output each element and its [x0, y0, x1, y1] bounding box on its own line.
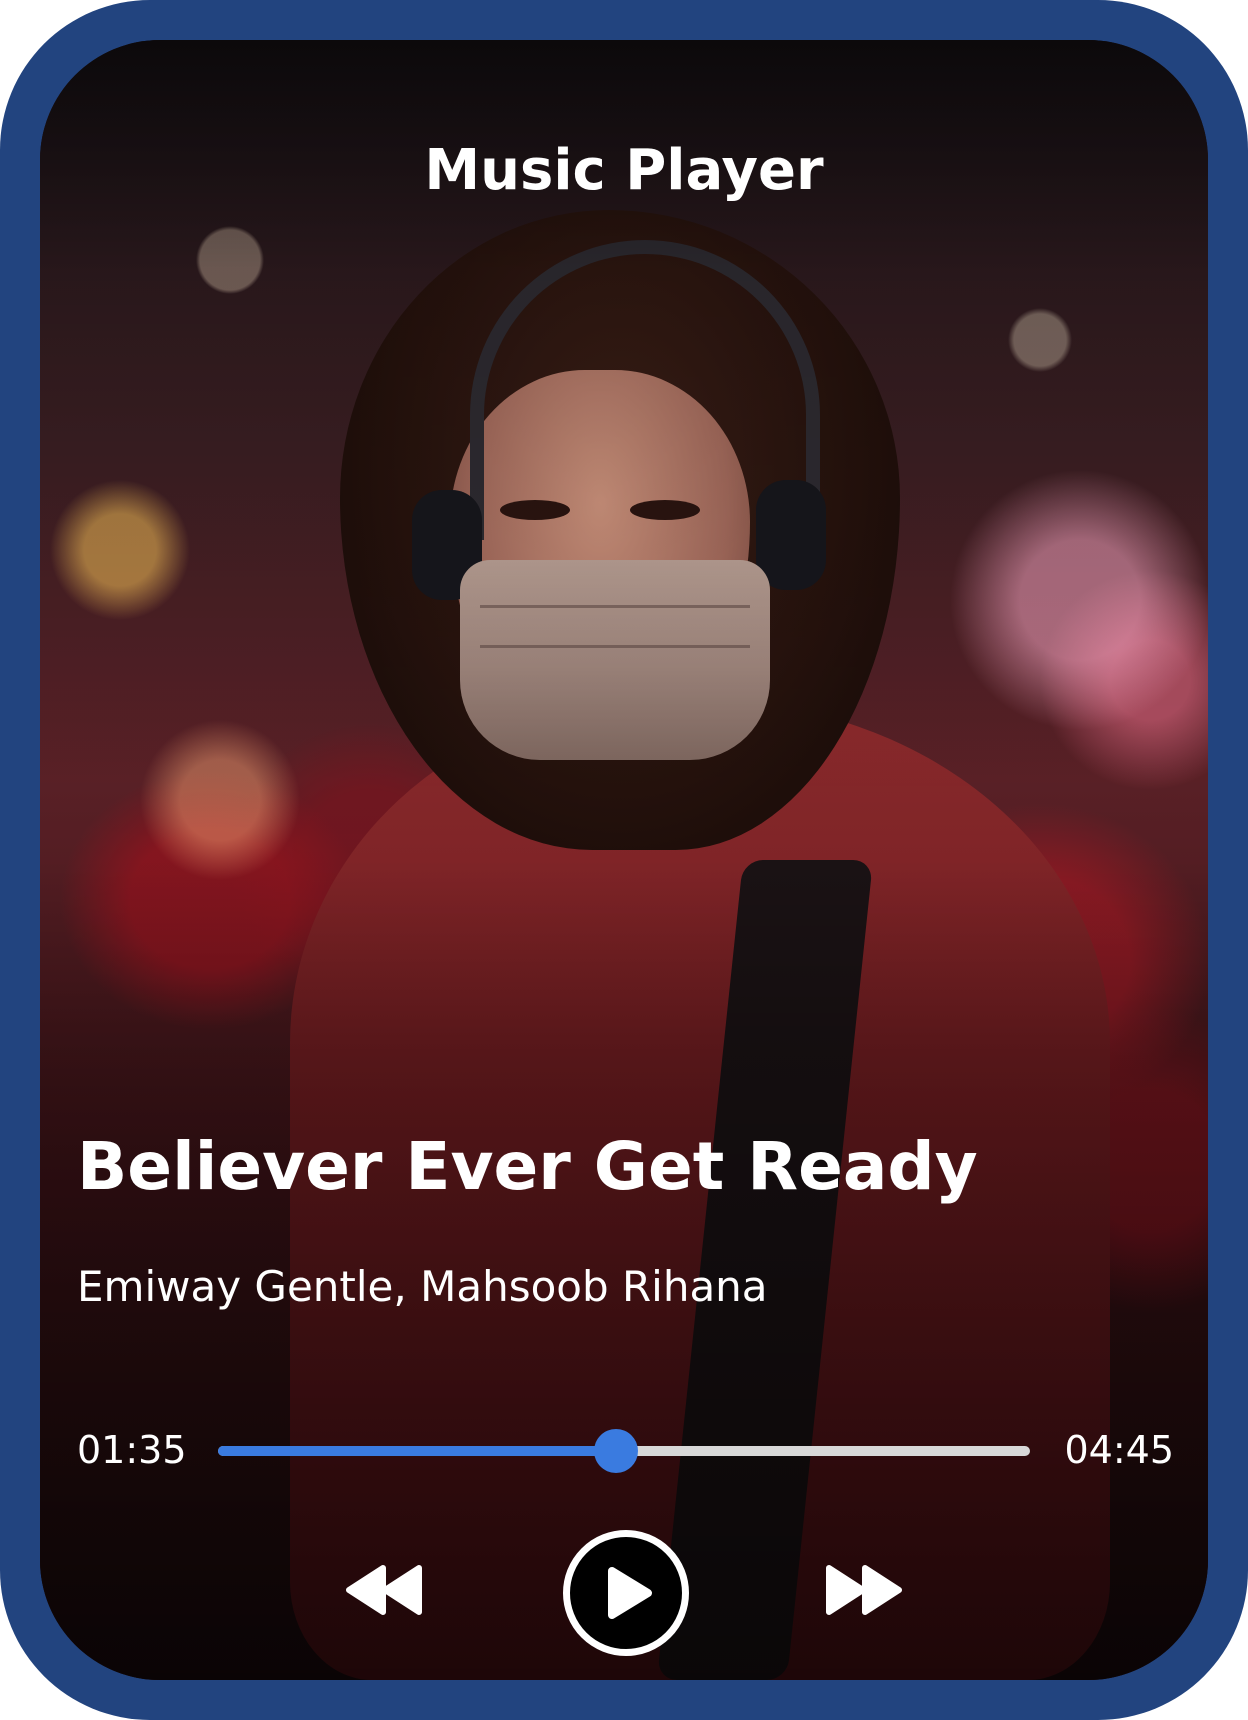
- fast-forward-icon: [826, 1565, 902, 1615]
- progress-bar[interactable]: [218, 1429, 1030, 1473]
- page-title: Music Player: [424, 138, 824, 203]
- progress-knob[interactable]: [593, 1429, 638, 1473]
- total-time: 04:45: [1064, 1428, 1174, 1472]
- play-button[interactable]: [563, 1530, 689, 1656]
- play-icon: [608, 1567, 652, 1619]
- song-artists: Emiway Gentle, Mahsoob Rihana: [77, 1262, 768, 1311]
- player-screen: Music Player Believer Ever Get Ready Emi…: [40, 40, 1208, 1680]
- rewind-button[interactable]: [345, 1560, 425, 1620]
- current-time: 01:35: [77, 1428, 187, 1472]
- fast-forward-button[interactable]: [823, 1560, 903, 1620]
- device-frame: Music Player Believer Ever Get Ready Emi…: [0, 0, 1248, 1720]
- rewind-icon: [346, 1565, 422, 1615]
- playback-controls: [40, 1530, 1208, 1660]
- song-title: Believer Ever Get Ready: [77, 1128, 978, 1205]
- progress-fill: [218, 1446, 616, 1456]
